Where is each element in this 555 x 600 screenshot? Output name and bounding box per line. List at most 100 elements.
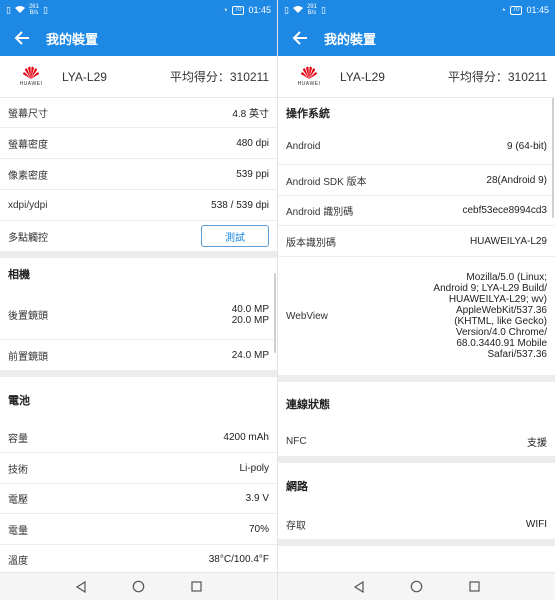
net-speed-unit: B/s <box>29 10 39 16</box>
webview-line: Mozilla/5.0 (Linux; <box>466 272 547 283</box>
device-model: LYA-L29 <box>340 69 385 84</box>
row-label: 電壓 <box>8 495 28 506</box>
row-value: 38°C/100.4°F <box>208 554 269 565</box>
row-label: 技術 <box>8 464 28 476</box>
section-divider <box>278 456 555 463</box>
multitouch-test-button[interactable]: 測試 <box>201 225 269 247</box>
row-value: WIFI <box>525 518 547 530</box>
brand-label: HUAWEI <box>19 81 43 87</box>
row-label: Android 識別碼 <box>286 207 354 218</box>
list-item: 存取 WIFI <box>278 509 555 539</box>
app-bar: 我的裝置 <box>278 20 555 56</box>
status-bar: ▯ 291 B/s ▯ ◔ 70 01:45 <box>278 0 555 20</box>
back-arrow-icon[interactable] <box>290 28 310 48</box>
webview-line: HUAWEILYA-L29; wv) <box>448 294 547 305</box>
row-label: WebView <box>286 310 328 322</box>
list-item: 溫度 38°C/100.4°F <box>0 545 277 572</box>
nav-recents-icon[interactable] <box>190 580 204 594</box>
row-value: 4.8 英寸 <box>232 109 269 120</box>
net-speed: 261 B/s <box>29 4 39 16</box>
row-value: 24.0 MP <box>231 349 269 361</box>
nfc-icon: ◔ <box>222 4 228 15</box>
list-item: 像素密度 539 ppi <box>0 159 277 190</box>
webview-value: Mozilla/5.0 (Linux; Android 9; LYA-L29 B… <box>433 272 547 360</box>
back-arrow-icon[interactable] <box>12 28 32 48</box>
row-value: 40.0 MP 20.0 MP <box>232 304 269 326</box>
webview-line: AppleWebKit/537.36 <box>456 305 547 316</box>
row-value: 3.9 V <box>245 493 269 504</box>
webview-line: 68.0.3440.91 Mobile <box>456 338 547 349</box>
list-item: Android 識別碼 cebf53ece8994cd3 <box>278 196 555 226</box>
status-bar: ▯ 261 B/s ▯ ◔ 70 01:45 <box>0 0 277 20</box>
nav-back-icon[interactable] <box>74 580 88 594</box>
left-screen: ▯ 261 B/s ▯ ◔ 70 01:45 我的裝置 HUAWEI LYA-L… <box>0 0 277 600</box>
webview-line: Safari/537.36 <box>487 349 548 360</box>
scrollbar[interactable] <box>552 98 554 218</box>
row-value: 539 ppi <box>236 168 269 180</box>
row-label: 後置鏡頭 <box>8 311 48 322</box>
right-screen: ▯ 291 B/s ▯ ◔ 70 01:45 我的裝置 HUAWEI LYA-L… <box>278 0 555 600</box>
nav-bar <box>278 572 555 600</box>
row-label: NFC <box>286 435 307 447</box>
status-time: 01:45 <box>248 5 271 15</box>
row-label: 螢幕密度 <box>8 139 48 151</box>
webview-line: Android 9; LYA-L29 Build/ <box>433 283 547 294</box>
row-value: 538 / 539 dpi <box>211 199 269 211</box>
row-label: 像素密度 <box>8 170 48 182</box>
nav-bar <box>0 572 277 600</box>
page-title: 我的裝置 <box>46 31 99 47</box>
row-label: 螢幕尺寸 <box>8 109 48 120</box>
list-item: xdpi/ydpi 538 / 539 dpi <box>0 190 277 221</box>
wifi-icon <box>14 5 25 15</box>
app-bar: 我的裝置 <box>0 20 277 56</box>
row-value: 28(Android 9) <box>486 174 547 186</box>
list-item: 電壓 3.9 V <box>0 484 277 514</box>
left-content[interactable]: 螢幕尺寸 4.8 英寸 螢幕密度 480 dpi 像素密度 539 ppi xd… <box>0 98 277 572</box>
brand-label: HUAWEI <box>297 81 321 87</box>
nfc-icon: ◔ <box>500 4 506 15</box>
section-title-network: 網路 <box>286 481 308 493</box>
row-label: 存取 <box>286 520 306 532</box>
page-title: 我的裝置 <box>324 31 377 47</box>
net-speed-unit: B/s <box>307 10 317 16</box>
list-item: Android SDK 版本 28(Android 9) <box>278 165 555 196</box>
webview-row: WebView Mozilla/5.0 (Linux; Android 9; L… <box>278 257 555 375</box>
vibrate-icon: ▯ <box>42 4 48 15</box>
row-value: cebf53ece8994cd3 <box>462 205 547 216</box>
section-title-connection: 連線狀態 <box>286 399 330 411</box>
battery-icon: 70 <box>231 5 245 15</box>
scrollbar[interactable] <box>274 273 276 353</box>
status-time: 01:45 <box>526 5 549 15</box>
huawei-logo-icon: HUAWEI <box>16 66 46 87</box>
row-label: xdpi/ydpi <box>8 199 48 211</box>
section-title-os: 操作系統 <box>286 108 330 120</box>
row-value: 70% <box>248 523 269 535</box>
vibrate-icon: ▯ <box>320 4 326 15</box>
device-header: HUAWEI LYA-L29 平均得分：310211 <box>0 56 277 98</box>
screenshot-pair: ▯ 261 B/s ▯ ◔ 70 01:45 我的裝置 HUAWEI LYA-L… <box>0 0 555 600</box>
right-content[interactable]: 操作系統 Android 9 (64-bit) Android SDK 版本 2… <box>278 98 555 572</box>
list-item: 多點觸控 測試 <box>0 221 277 251</box>
nav-home-icon[interactable] <box>132 580 146 594</box>
battery-icon: 70 <box>509 5 523 15</box>
list-item: 技術 Li-poly <box>0 453 277 484</box>
list-item: 螢幕密度 480 dpi <box>0 128 277 159</box>
row-value: 支援 <box>527 437 547 449</box>
list-item: 後置鏡頭 40.0 MP 20.0 MP <box>0 290 277 340</box>
section-divider <box>0 370 277 377</box>
row-label: 版本識別碼 <box>286 237 336 249</box>
row-label: 容量 <box>8 434 28 445</box>
list-item: 螢幕尺寸 4.8 英寸 <box>0 98 277 128</box>
section-divider <box>278 375 555 382</box>
nav-home-icon[interactable] <box>410 580 424 594</box>
row-value: Li-poly <box>239 462 269 474</box>
nav-recents-icon[interactable] <box>468 580 482 594</box>
wifi-icon <box>292 5 303 15</box>
list-item: 前置鏡頭 24.0 MP <box>0 340 277 370</box>
list-item: 版本識別碼 HUAWEILYA-L29 <box>278 226 555 257</box>
row-label: 多點觸控 <box>8 232 48 244</box>
average-score: 平均得分：310211 <box>169 70 269 84</box>
nav-back-icon[interactable] <box>352 580 366 594</box>
section-title-camera: 相機 <box>8 269 30 281</box>
row-label: 溫度 <box>8 556 28 567</box>
